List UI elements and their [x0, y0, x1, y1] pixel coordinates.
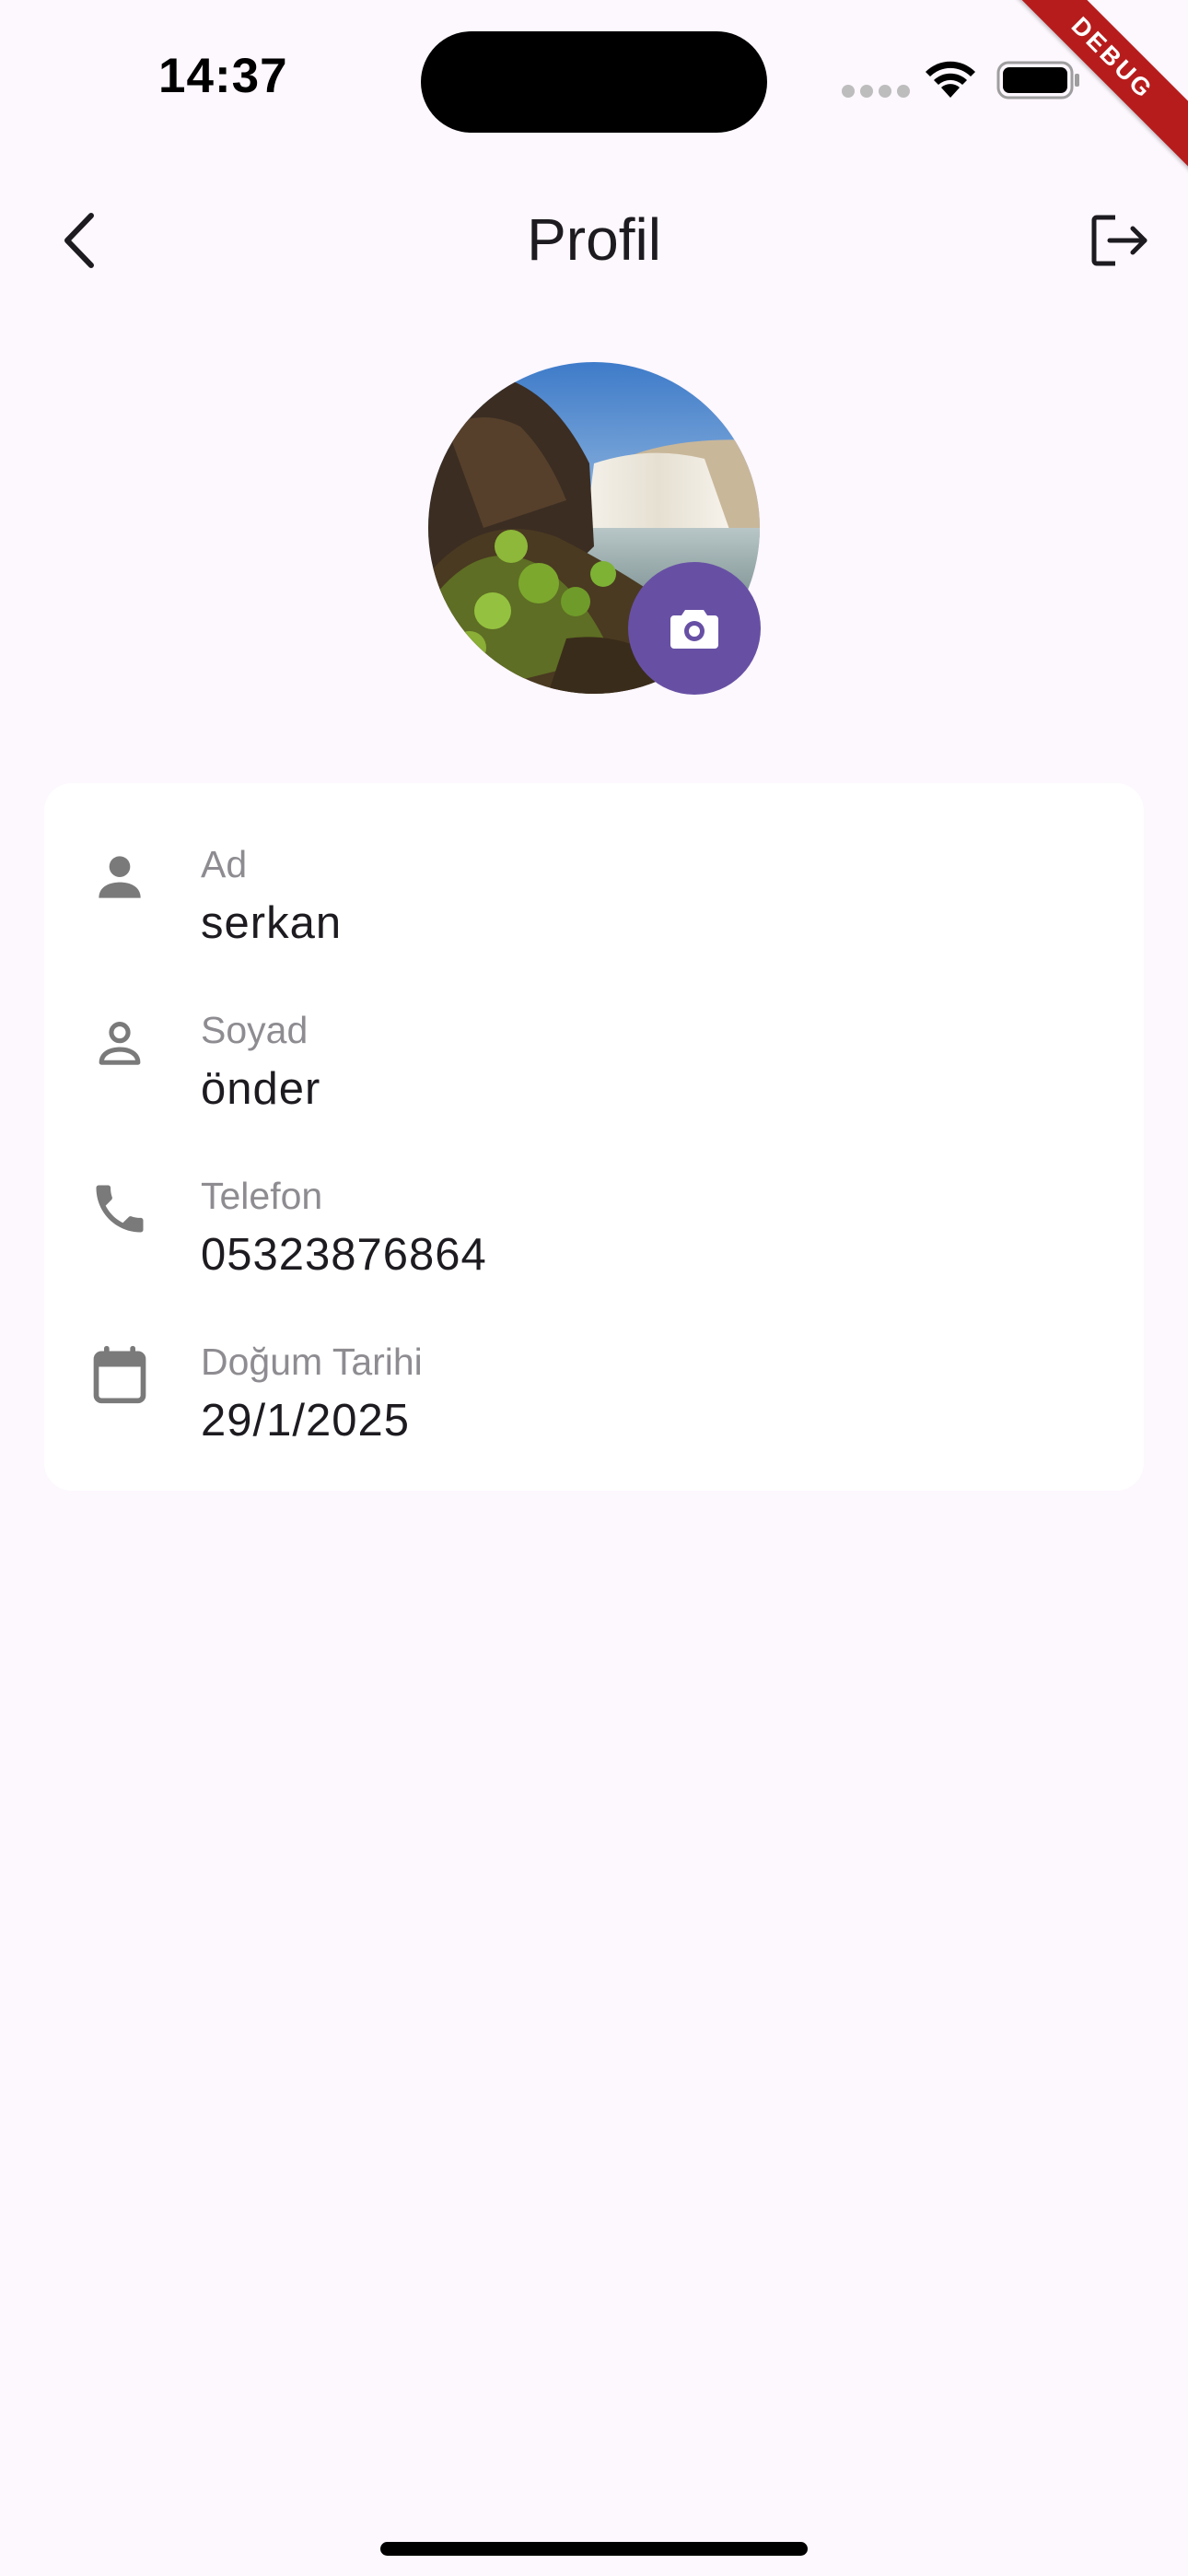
logout-icon — [1091, 215, 1147, 266]
status-time: 14:37 — [158, 49, 288, 103]
field-value: serkan — [201, 898, 343, 948]
page-title: Profil — [527, 206, 661, 273]
profile-field-soyad: Soyad önder — [44, 960, 1144, 1126]
profile-field-ad: Ad serkan — [44, 794, 1144, 960]
person-icon — [99, 856, 141, 898]
profile-field-telefon: Telefon 05323876864 — [44, 1126, 1144, 1292]
person-outline-icon — [99, 1022, 141, 1065]
home-indicator[interactable] — [380, 2542, 808, 2556]
dynamic-island — [421, 31, 767, 133]
camera-icon — [670, 610, 718, 649]
wifi-icon — [921, 57, 980, 104]
field-value: 29/1/2025 — [201, 1396, 410, 1446]
field-label: Ad — [201, 843, 248, 885]
calendar-icon — [93, 1345, 146, 1404]
battery-icon — [996, 61, 1081, 104]
field-label: Telefon — [201, 1175, 323, 1217]
field-value: önder — [201, 1064, 321, 1114]
logout-button[interactable] — [1077, 197, 1162, 284]
profile-field-dogum-tarihi: Doğum Tarihi 29/1/2025 — [44, 1292, 1144, 1458]
field-value: 05323876864 — [201, 1230, 487, 1280]
field-label: Doğum Tarihi — [201, 1341, 423, 1383]
change-photo-button[interactable] — [628, 562, 761, 695]
profile-info-card: Ad serkan Soyad önder Telefon 0532387686… — [44, 783, 1144, 1491]
field-label: Soyad — [201, 1009, 309, 1051]
phone-icon — [96, 1185, 144, 1233]
cellular-signal-icon — [842, 85, 910, 98]
